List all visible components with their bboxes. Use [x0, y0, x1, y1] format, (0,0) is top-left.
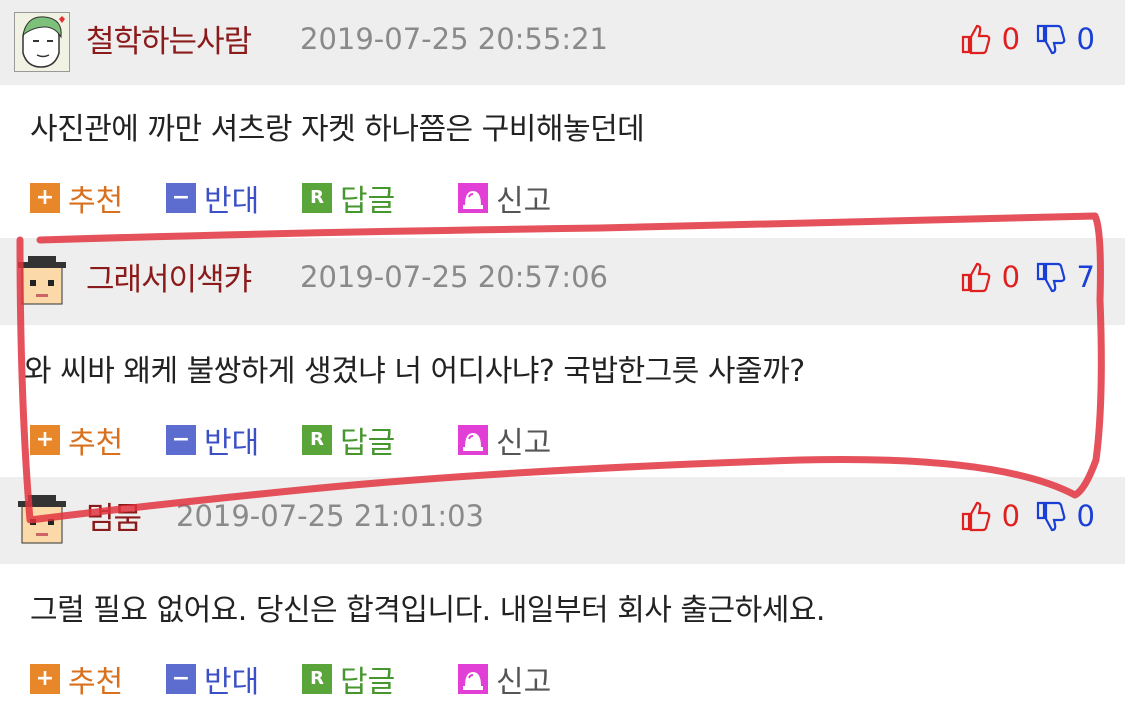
thumbs-up-icon[interactable] — [960, 500, 992, 532]
down-count: 0 — [1076, 499, 1095, 533]
reply-r-icon: R — [302, 664, 332, 694]
oppose-button[interactable]: − 반대 — [166, 176, 259, 220]
comment-header: 철학하는사람 2019-07-25 20:55:21 0 0 — [0, 0, 1125, 85]
up-count: 0 — [1001, 499, 1021, 533]
avatar[interactable] — [14, 489, 68, 547]
vote-counts: 0 0 — [960, 20, 1095, 60]
comment-text: 그럴 필요 없어요. 당신은 합격입니다. 내일부터 회사 출근하세요. — [30, 593, 825, 628]
thumbs-up-icon[interactable] — [960, 261, 992, 293]
avatar[interactable] — [14, 250, 68, 308]
comment-text: 사진관에 까만 셔츠랑 자켓 하나쯤은 구비해놓던데 — [30, 112, 645, 147]
report-button[interactable]: 신고 — [458, 657, 551, 701]
down-count: 7 — [1076, 260, 1095, 294]
vote-counts: 0 7 — [960, 258, 1095, 298]
report-button[interactable]: 신고 — [458, 418, 551, 462]
recommend-button[interactable]: + 추천 — [30, 176, 123, 220]
nickname[interactable]: 철학하는사람 — [86, 16, 252, 61]
reply-r-icon: R — [302, 425, 332, 455]
plus-icon: + — [30, 425, 60, 455]
plus-icon: + — [30, 183, 60, 213]
report-button[interactable]: 신고 — [458, 176, 551, 220]
nickname[interactable]: 그래서이색캬 — [86, 254, 252, 299]
comment-text: 와 씨바 왜케 불쌍하게 생겼냐 너 어디사냐? 국밥한그릇 사줄까? — [24, 354, 805, 389]
thumbs-up-icon[interactable] — [960, 23, 992, 55]
avatar[interactable] — [14, 12, 70, 72]
comment-date: 2019-07-25 20:55:21 — [300, 22, 608, 56]
thumbs-down-icon[interactable] — [1035, 261, 1067, 293]
minus-icon: − — [166, 183, 196, 213]
oppose-button[interactable]: − 반대 — [166, 657, 259, 701]
siren-icon — [458, 664, 488, 694]
down-count: 0 — [1076, 22, 1095, 56]
reply-button[interactable]: R 답글 — [302, 657, 395, 701]
reply-button[interactable]: R 답글 — [302, 176, 395, 220]
thumbs-down-icon[interactable] — [1035, 23, 1067, 55]
oppose-button[interactable]: − 반대 — [166, 418, 259, 462]
recommend-button[interactable]: + 추천 — [30, 418, 123, 462]
comment-header: 멈뭄 2019-07-25 21:01:03 0 0 — [0, 477, 1125, 564]
siren-icon — [458, 425, 488, 455]
thumbs-down-icon[interactable] — [1035, 500, 1067, 532]
comment-date: 2019-07-25 20:57:06 — [300, 260, 608, 294]
recommend-button[interactable]: + 추천 — [30, 657, 123, 701]
comment-header: 그래서이색캬 2019-07-25 20:57:06 0 7 — [0, 238, 1125, 325]
minus-icon: − — [166, 664, 196, 694]
reply-r-icon: R — [302, 183, 332, 213]
plus-icon: + — [30, 664, 60, 694]
up-count: 0 — [1001, 260, 1021, 294]
comment-date: 2019-07-25 21:01:03 — [176, 499, 484, 533]
vote-counts: 0 0 — [960, 497, 1095, 537]
up-count: 0 — [1001, 22, 1021, 56]
nickname[interactable]: 멈뭄 — [86, 493, 142, 538]
siren-icon — [458, 183, 488, 213]
minus-icon: − — [166, 425, 196, 455]
reply-button[interactable]: R 답글 — [302, 418, 395, 462]
